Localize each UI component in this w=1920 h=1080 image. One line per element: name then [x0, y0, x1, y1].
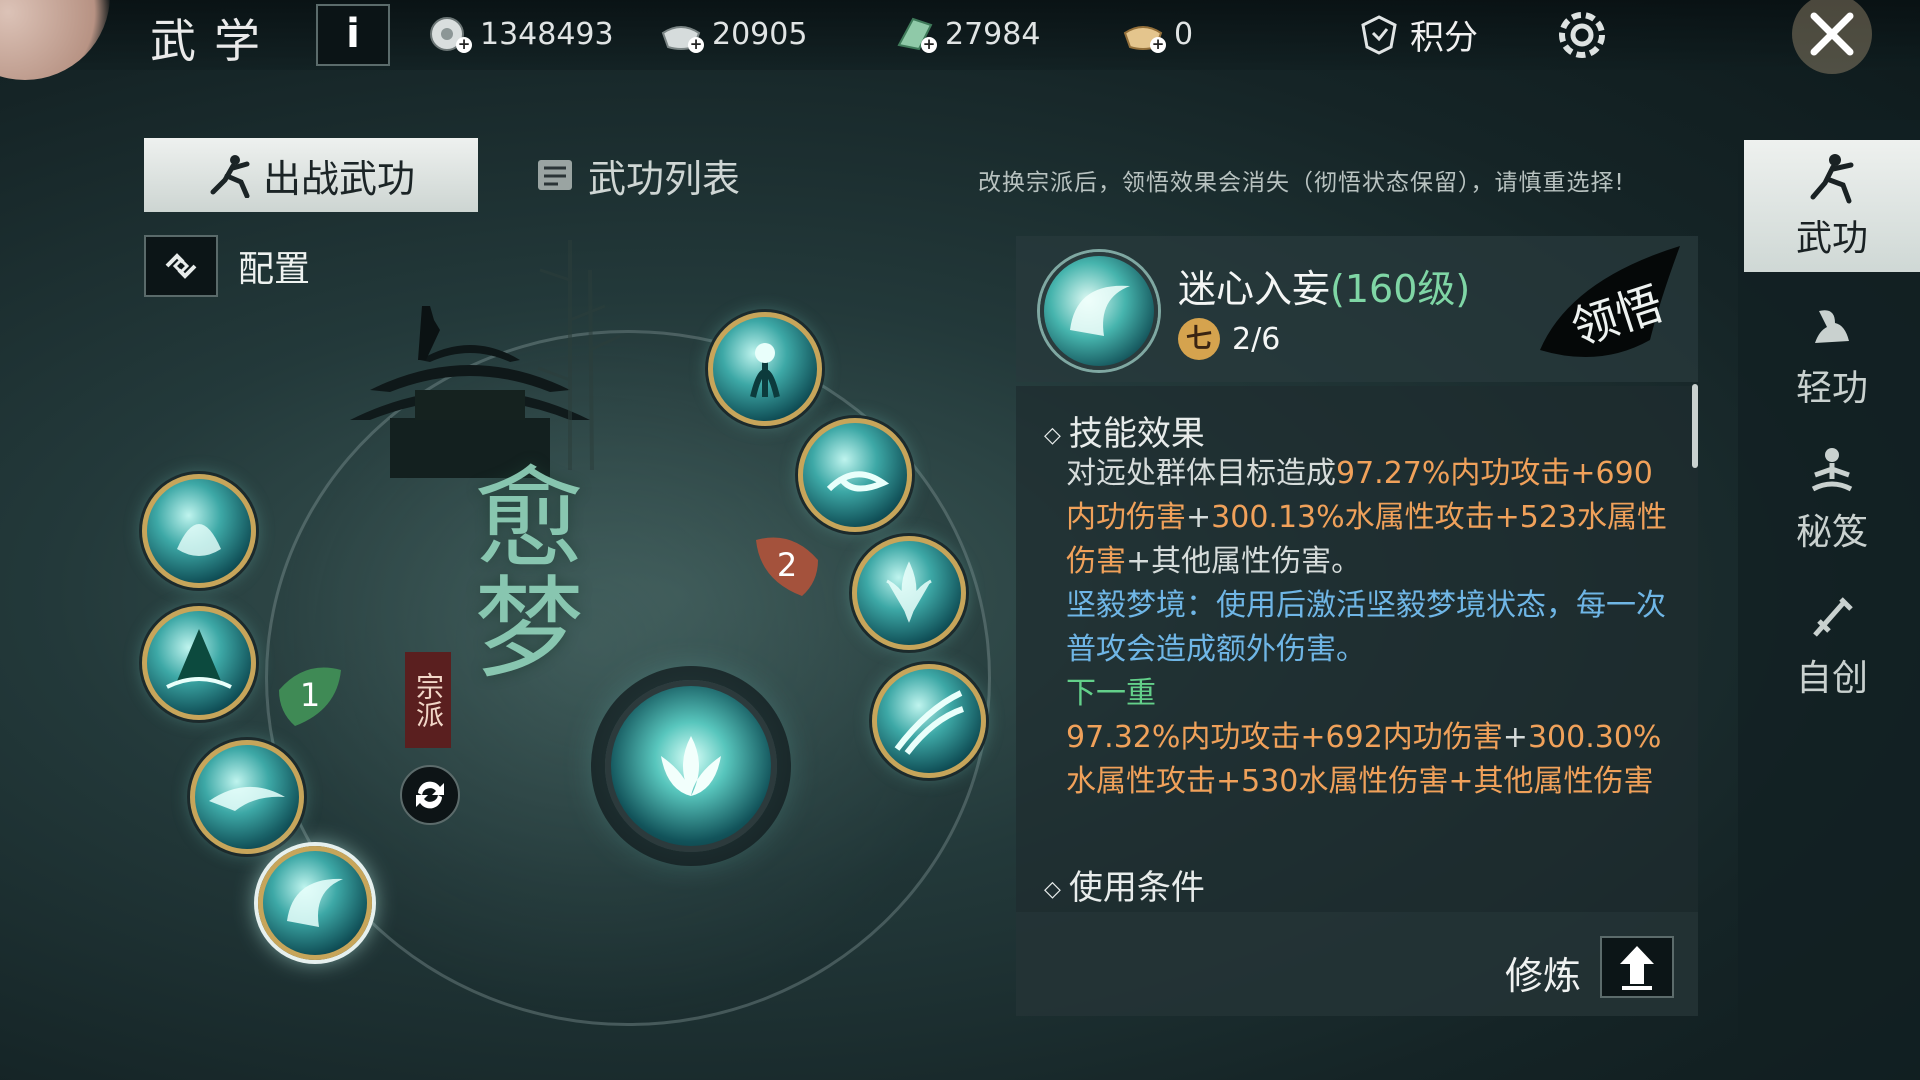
section-use-condition: ◇ 使用条件 — [1044, 860, 1205, 904]
switch-sect-button[interactable] — [400, 765, 460, 825]
gold-ingot-icon: + — [1122, 15, 1166, 53]
lily-icon — [886, 561, 932, 623]
detail-scrollbar[interactable] — [1692, 384, 1698, 468]
next-level-description: 97.32%内功攻击+692内功伤害+300.30%水属性攻击+530水属性伤害… — [1066, 716, 1678, 804]
skill-slot-pine-tree[interactable] — [142, 606, 256, 720]
skill-level: (160级) — [1330, 267, 1471, 311]
ultimate-skill-lotus[interactable] — [605, 680, 777, 852]
currency-value: 1348493 — [480, 16, 614, 52]
next-text: + — [1502, 720, 1528, 755]
page-2-marker[interactable]: 2 — [752, 530, 822, 600]
skill-slot-water-mist[interactable] — [142, 474, 256, 588]
currency-value: 20905 — [712, 16, 808, 52]
nav-label: 秘笈 — [1795, 512, 1868, 553]
upgrade-arrow-icon — [1620, 946, 1654, 990]
skill-slot-lily[interactable] — [852, 536, 966, 650]
skill-slot-whirlpool[interactable] — [798, 418, 912, 532]
link-icon — [144, 235, 218, 297]
nav-item-martial-arts[interactable]: 武功 — [1744, 140, 1920, 272]
skill-slot-orchid[interactable] — [708, 312, 822, 426]
dream-state-description: 坚毅梦境：使用后激活坚毅梦境状态，每一次普攻会造成额外伤害。 — [1066, 588, 1666, 667]
skill-slot-mixin-selected[interactable] — [258, 846, 372, 960]
lotus-icon — [661, 736, 721, 796]
scroll-icon — [538, 160, 572, 190]
refresh-icon — [416, 781, 444, 809]
nav-label: 武功 — [1795, 218, 1868, 259]
martial-artist-icon — [1810, 154, 1854, 204]
currency-gold-ingot[interactable]: + 0 — [1122, 12, 1193, 56]
orchid-icon — [750, 343, 780, 398]
meditation-icon — [1811, 448, 1853, 492]
config-button[interactable]: 配置 — [144, 235, 310, 297]
silver-ingot-icon: + — [660, 15, 704, 53]
effect-text: +其他属性伤害。 — [1126, 544, 1362, 579]
swirl-icon — [287, 878, 343, 927]
section-skill-effect: ◇ 技能效果 — [1044, 414, 1205, 454]
tab-label: 武功列表 — [588, 156, 741, 201]
nav-item-lightness-skill[interactable]: 轻功 — [1744, 290, 1920, 422]
page-title: 武学 — [150, 14, 278, 68]
effect-text: + — [1186, 500, 1212, 535]
rank-progress: 2/6 — [1232, 322, 1281, 357]
currency-silver-ingot[interactable]: + 20905 — [660, 12, 807, 56]
skill-slot-wave-slash[interactable] — [190, 740, 304, 854]
effect-description: 对远处群体目标造成97.27%内功攻击+690内功伤害+300.13%水属性攻击… — [1066, 452, 1678, 584]
sect-change-warning: 改换宗派后，领悟效果会消失（彻悟状态保留），请慎重选择! — [978, 170, 1625, 196]
next-level-label: 下一重 — [1066, 676, 1156, 711]
train-label: 修炼 — [1505, 954, 1582, 998]
config-label: 配置 — [238, 249, 311, 290]
detail-footer — [1016, 912, 1698, 1016]
water-figure-icon — [177, 524, 221, 556]
page-number: 2 — [776, 546, 798, 584]
enlightenment-badge: 领悟 — [1530, 240, 1690, 370]
martial-artist-icon — [210, 155, 250, 198]
tree-icon — [166, 629, 232, 689]
currency-value: 0 — [1174, 16, 1194, 52]
effect-text: 对远处群体目标造成 — [1066, 456, 1336, 491]
rank-badge: 七 — [1178, 318, 1220, 360]
swirl-icon — [1070, 285, 1130, 336]
whirlpool-icon — [826, 471, 890, 492]
currency-silver-coin[interactable]: + 1348493 — [428, 12, 614, 56]
tab-active-skills[interactable]: 出战武功 — [144, 138, 478, 212]
skill-slot-blade-wind[interactable] — [872, 664, 986, 778]
score-label: 积分 — [1410, 18, 1478, 58]
blade-wind-icon — [894, 690, 965, 755]
silver-coin-icon: + — [428, 15, 472, 53]
nav-label: 轻功 — [1795, 368, 1868, 409]
nav-label: 自创 — [1795, 658, 1868, 699]
gear-icon[interactable] — [1553, 6, 1611, 64]
section-title: 技能效果 — [1068, 414, 1205, 454]
wave-icon — [209, 786, 285, 811]
info-button[interactable]: i — [316, 4, 390, 66]
sect-name: 愈梦 — [455, 460, 583, 680]
tab-skill-list[interactable]: 武功列表 — [532, 138, 740, 212]
bamboo-decoration — [537, 240, 621, 470]
nav-item-secret-manual[interactable]: 秘笈 — [1744, 434, 1920, 566]
nav-item-self-create[interactable]: 自创 — [1744, 580, 1920, 712]
train-button[interactable] — [1600, 936, 1674, 998]
skill-name-text: 迷心入妄 — [1178, 267, 1331, 311]
jade-icon: + — [893, 15, 937, 53]
section-title: 使用条件 — [1068, 868, 1205, 904]
page-number: 1 — [299, 676, 321, 714]
skill-name: 迷心入妄(160级) — [1178, 258, 1470, 313]
sect-tag: 宗派 — [405, 652, 451, 748]
sword-create-icon — [1813, 597, 1853, 637]
page-1-marker[interactable]: 1 — [275, 660, 345, 730]
currency-jade[interactable]: + 27984 — [893, 12, 1040, 56]
selected-skill-icon — [1040, 252, 1158, 370]
next-value: 97.32%内功攻击+692内功伤害 — [1066, 720, 1503, 755]
score-button[interactable]: 积分 — [1360, 10, 1478, 59]
currency-value: 27984 — [945, 16, 1041, 52]
light-foot-icon — [1815, 310, 1849, 343]
tab-label: 出战武功 — [262, 156, 415, 201]
score-shield-icon — [1361, 14, 1397, 55]
close-icon[interactable] — [1770, 0, 1900, 80]
